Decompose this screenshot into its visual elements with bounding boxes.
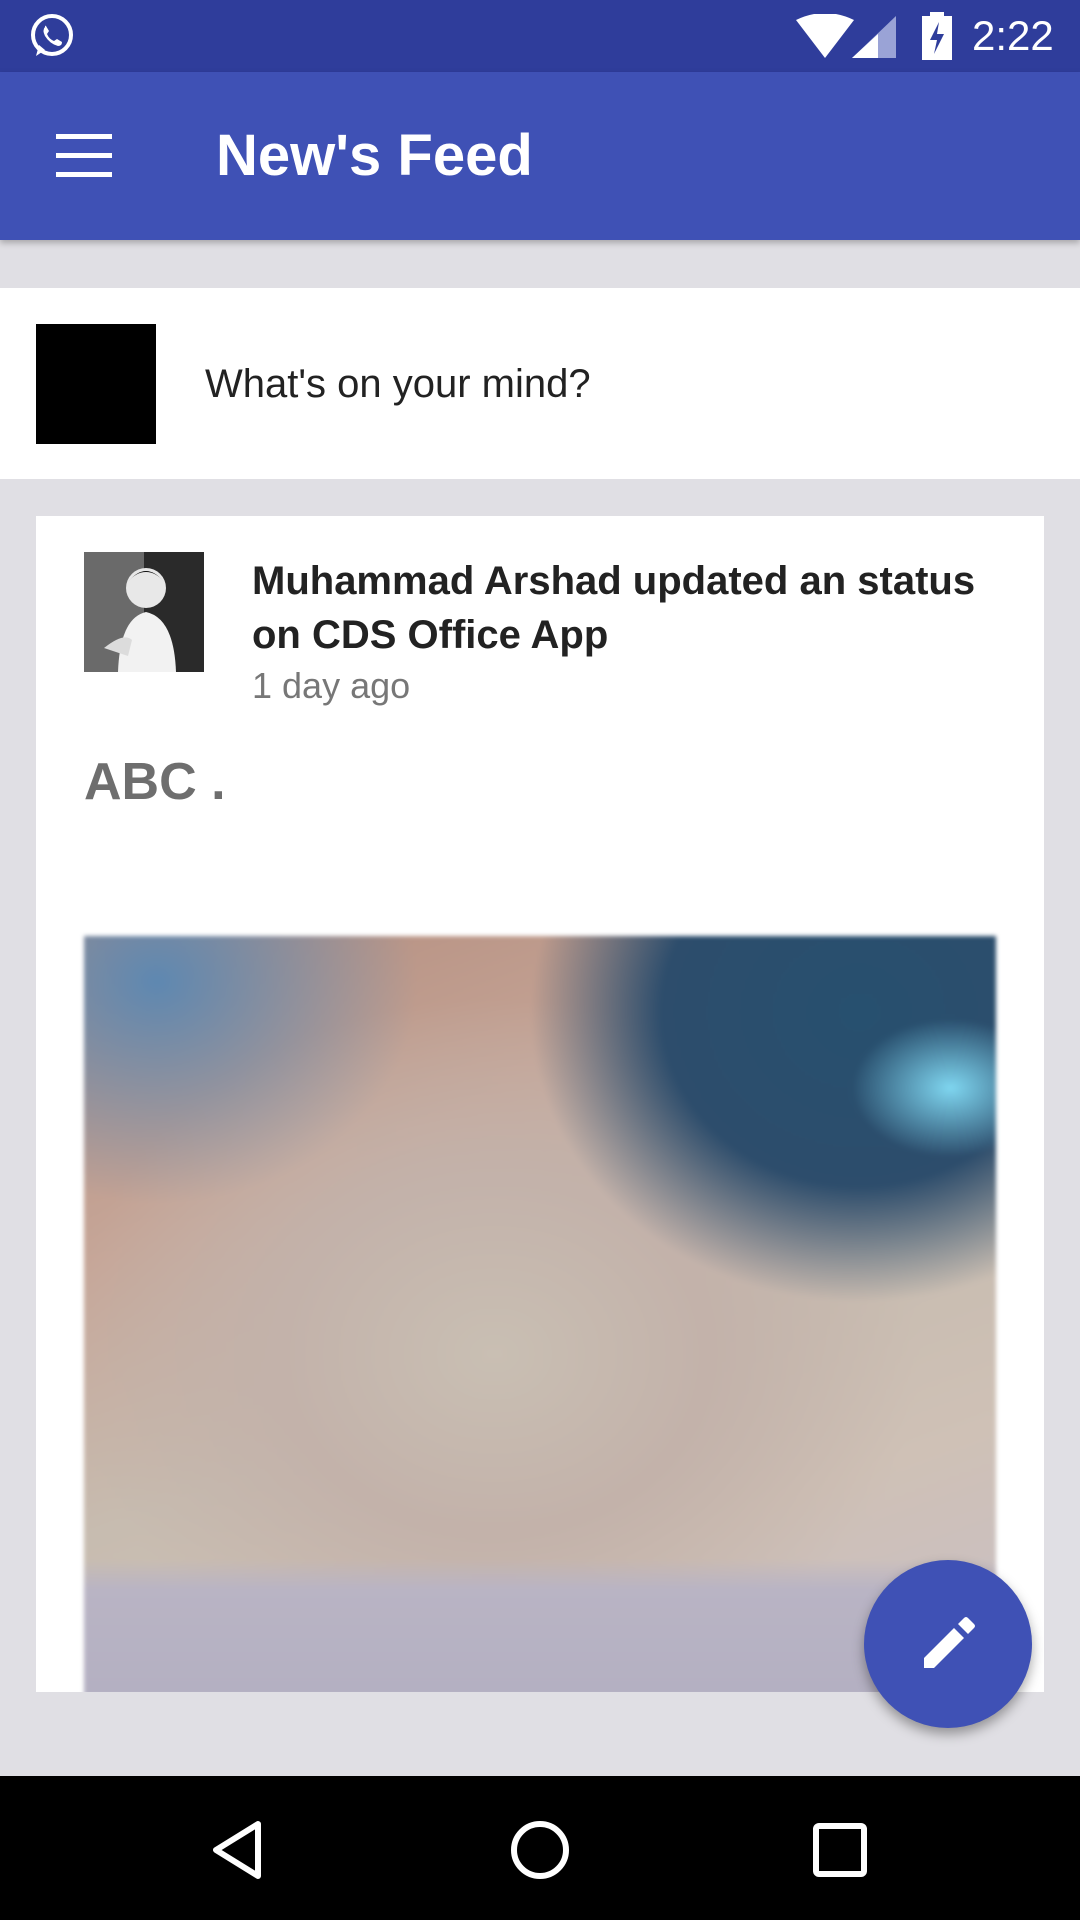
status-composer[interactable]: What's on your mind?	[0, 288, 1080, 479]
post-timestamp: 1 day ago	[252, 665, 411, 706]
post-card: Muhammad Arshad updated an status on CDS…	[36, 516, 1044, 1692]
battery-charging-icon	[922, 12, 952, 60]
recent-apps-icon[interactable]	[800, 1816, 880, 1884]
my-avatar	[36, 324, 156, 444]
back-icon[interactable]	[200, 1816, 280, 1884]
status-clock: 2:22	[972, 12, 1054, 59]
system-nav-bar	[0, 1776, 1080, 1920]
cell-signal-icon	[852, 16, 896, 58]
hamburger-menu-icon[interactable]	[56, 134, 112, 178]
post-headline[interactable]: Muhammad Arshad updated an status on CDS…	[252, 554, 1032, 662]
status-bar: 2:22	[0, 0, 1080, 72]
edit-pencil-icon	[924, 1617, 975, 1668]
wifi-icon	[796, 14, 854, 58]
user-avatar[interactable]	[84, 552, 204, 672]
home-icon[interactable]	[500, 1816, 580, 1884]
whatsapp-icon	[31, 14, 73, 56]
post-text: ABC .	[84, 753, 226, 811]
post-image[interactable]	[84, 936, 996, 1692]
user-photo	[84, 552, 204, 672]
compose-post-button[interactable]	[864, 1560, 1032, 1728]
status-prompt[interactable]: What's on your mind?	[205, 360, 591, 408]
page-title: New's Feed	[216, 123, 533, 188]
app-bar: New's Feed	[0, 72, 1080, 240]
